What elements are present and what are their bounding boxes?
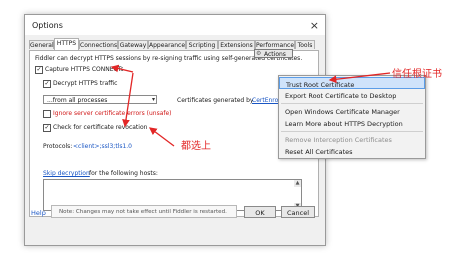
tab-scripting[interactable]: Scripting bbox=[186, 40, 218, 49]
protocols-value[interactable]: <client>;ssl3;tls1.0 bbox=[73, 143, 132, 150]
actions-label: Actions bbox=[264, 51, 286, 58]
skip-decryption-link[interactable]: Skip decryption bbox=[43, 170, 90, 177]
menu-item-label: Open Windows Certificate Manager bbox=[285, 108, 400, 116]
menu-item-reset-certs[interactable]: Reset All Certificates bbox=[279, 145, 425, 157]
skip-decryption-label: for the following hosts: bbox=[89, 170, 158, 177]
tab-https[interactable]: HTTPS bbox=[54, 38, 79, 50]
cancel-button[interactable]: Cancel bbox=[281, 206, 315, 218]
actions-button[interactable]: ⚙ Actions bbox=[254, 49, 293, 58]
check-revocation-checkbox[interactable]: ✓ bbox=[43, 124, 51, 132]
ignore-errors-checkbox[interactable] bbox=[43, 110, 51, 118]
menu-separator bbox=[281, 103, 423, 104]
title-bar: Options × bbox=[25, 15, 325, 35]
actions-icon: ⚙ bbox=[256, 50, 262, 57]
menu-item-export-root[interactable]: Export Root Certificate to Desktop bbox=[279, 89, 425, 101]
scroll-up-icon[interactable]: ▲ bbox=[294, 180, 301, 187]
tab-tools[interactable]: Tools bbox=[295, 40, 315, 49]
annotation-check-all: 都选上 bbox=[181, 141, 211, 152]
restart-note-box: Note: Changes may not take effect until … bbox=[51, 205, 237, 218]
menu-item-remove-certs: Remove Interception Certificates bbox=[279, 133, 425, 145]
menu-separator bbox=[281, 131, 423, 132]
restart-note: Note: Changes may not take effect until … bbox=[59, 209, 227, 215]
decrypt-traffic-checkbox[interactable]: ✓ bbox=[43, 80, 51, 88]
window-title: Options bbox=[32, 21, 63, 30]
ok-button[interactable]: OK bbox=[244, 206, 276, 218]
menu-item-label: Export Root Certificate to Desktop bbox=[285, 92, 397, 100]
https-panel: Fiddler can decrypt HTTPS sessions by re… bbox=[29, 50, 319, 217]
capture-connects-checkbox[interactable]: ✓ bbox=[35, 66, 43, 74]
decrypt-traffic-label: Decrypt HTTPS traffic bbox=[53, 80, 118, 87]
menu-item-open-cert-manager[interactable]: Open Windows Certificate Manager bbox=[279, 105, 425, 117]
cert-generated-label: Certificates generated by bbox=[177, 97, 254, 104]
actions-menu: Trust Root Certificate Export Root Certi… bbox=[278, 75, 426, 159]
tab-connections[interactable]: Connections bbox=[79, 40, 118, 49]
capture-connects-label: Capture HTTPS CONNECTs bbox=[45, 66, 124, 73]
process-filter-select[interactable]: ...from all processes ▾ bbox=[43, 95, 157, 104]
tab-extensions[interactable]: Extensions bbox=[218, 40, 255, 49]
ignore-errors-label: Ignore server certificate errors (unsafe… bbox=[53, 110, 172, 117]
tab-appearance[interactable]: Appearance bbox=[148, 40, 186, 49]
protocols-label: Protocols: bbox=[43, 143, 73, 150]
check-revocation-label: Check for certificate revocation bbox=[53, 124, 148, 131]
tab-general[interactable]: General bbox=[29, 40, 54, 49]
annotation-trust-root: 信任根证书 bbox=[392, 69, 442, 80]
tab-performance[interactable]: Performance bbox=[255, 40, 295, 49]
menu-item-label: Remove Interception Certificates bbox=[285, 136, 392, 144]
tab-gateway[interactable]: Gateway bbox=[118, 40, 148, 49]
menu-item-learn-more[interactable]: Learn More about HTTPS Decryption bbox=[279, 117, 425, 129]
chevron-down-icon: ▾ bbox=[151, 96, 155, 103]
close-icon[interactable]: × bbox=[310, 19, 319, 32]
menu-item-label: Reset All Certificates bbox=[285, 148, 353, 156]
menu-item-label: Trust Root Certificate bbox=[286, 81, 355, 89]
process-filter-value: ...from all processes bbox=[47, 97, 108, 104]
menu-item-label: Learn More about HTTPS Decryption bbox=[285, 120, 403, 128]
help-link[interactable]: Help bbox=[31, 209, 46, 217]
